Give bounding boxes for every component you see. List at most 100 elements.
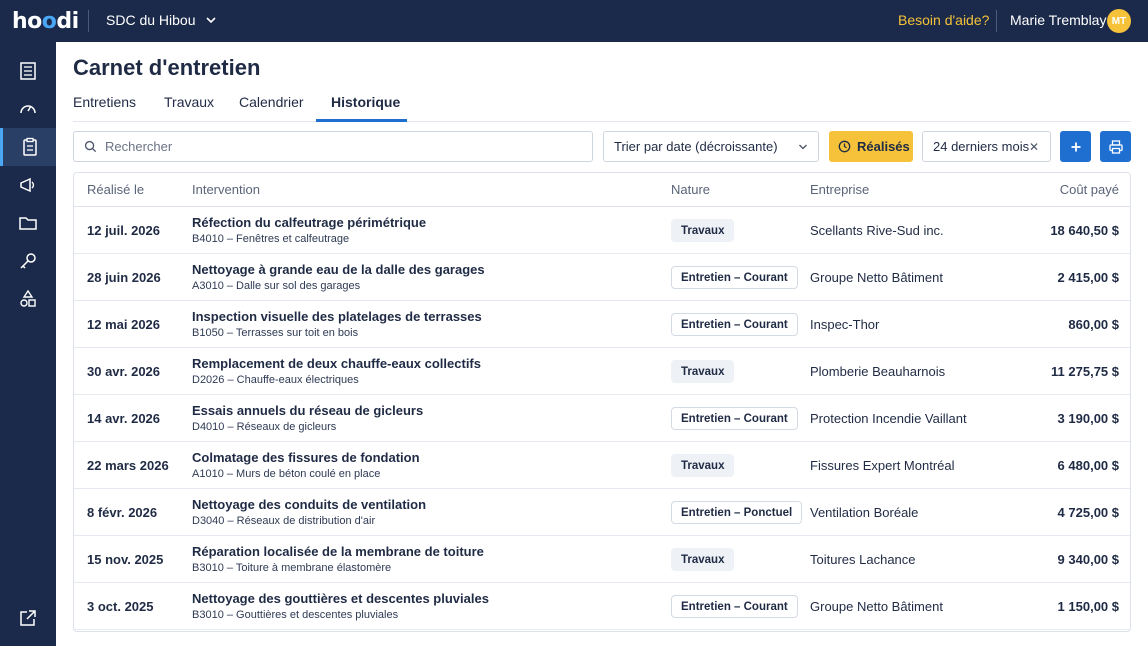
row-date: 8 févr. 2026 [87,505,158,520]
row-intervention-component: B4010 – Fenêtres et calfeutrage [192,233,350,245]
row-intervention-title: Nettoyage des conduits de ventilation [192,497,427,512]
row-company: Protection Incendie Vaillant [810,411,967,426]
divider [996,10,997,32]
building-icon [20,62,36,80]
tab-calendrier[interactable]: Calendrier [239,94,304,110]
row-intervention-component: A1010 – Murs de béton coulé en place [192,468,381,480]
completed-filter-button[interactable]: Réalisés [829,131,913,162]
add-button[interactable] [1060,131,1091,162]
nature-badge: Entretien – Courant [671,595,798,618]
row-intervention-title: Nettoyage des gouttières et descentes pl… [192,591,489,606]
row-company: Toitures Lachance [810,552,916,567]
row-intervention-title: Remplacement de deux chauffe-eaux collec… [192,356,481,371]
row-date: 15 nov. 2025 [87,552,164,567]
period-filter[interactable]: 24 derniers mois ✕ [922,131,1051,162]
column-header-intervention[interactable]: Intervention [192,182,260,197]
column-header-cost[interactable]: Coût payé [1060,182,1119,197]
nature-badge: Entretien – Courant [671,407,798,430]
search-input[interactable] [105,139,585,154]
completed-filter-label: Réalisés [857,139,910,154]
table-row[interactable]: 8 févr. 2026 Nettoyage des conduits de v… [74,489,1130,536]
top-bar: hoodi SDC du Hibou Besoin d'aide? Marie … [0,0,1148,42]
table-row[interactable]: 30 avr. 2026 Remplacement de deux chauff… [74,348,1130,395]
row-intervention-component: D4010 – Réseaux de gicleurs [192,421,337,433]
table-row[interactable]: 12 juil. 2026 Réfection du calfeutrage p… [74,207,1130,254]
external-link-icon [20,610,36,626]
sidebar-item-external[interactable] [0,599,56,637]
row-intervention-title: Inspection visuelle des platelages de te… [192,309,482,324]
tab-historique[interactable]: Historique [331,94,400,110]
column-header-nature[interactable]: Nature [671,182,710,197]
avatar[interactable]: MT [1107,9,1131,33]
chevron-down-icon [205,17,216,24]
row-date: 22 mars 2026 [87,458,169,473]
row-date: 12 mai 2026 [87,317,161,332]
divider [88,10,89,32]
row-cost: 860,00 $ [1068,317,1119,332]
print-button[interactable] [1100,131,1131,162]
column-header-company[interactable]: Entreprise [810,182,869,197]
row-intervention-component: A3010 – Dalle sur sol des garages [192,280,361,292]
tab-travaux[interactable]: Travaux [164,94,214,110]
search-icon [84,140,97,153]
row-company: Fissures Expert Montréal [810,458,955,473]
shapes-icon [20,289,36,307]
table-row[interactable]: 28 juin 2026 Nettoyage à grande eau de l… [74,254,1130,301]
row-intervention-component: B3010 – Gouttières et descentes pluviale… [192,609,399,621]
row-intervention-title: Colmatage des fissures de fondation [192,450,420,465]
organization-selector[interactable]: SDC du Hibou [106,12,218,28]
sidebar-item-announcements[interactable] [0,166,56,204]
nature-badge: Entretien – Courant [671,313,798,336]
nature-badge: Entretien – Ponctuel [671,501,803,524]
nature-badge: Travaux [671,548,735,571]
sort-select[interactable]: Trier par date (décroissante) [603,131,819,162]
table-row[interactable]: 22 mars 2026 Colmatage des fissures de f… [74,442,1130,489]
sidebar-item-keys[interactable] [0,242,56,280]
clear-period-icon[interactable]: ✕ [1029,140,1039,154]
sidebar-item-documents[interactable] [0,204,56,242]
help-link[interactable]: Besoin d'aide? [898,12,989,28]
sort-value: Trier par date (décroissante) [614,139,778,154]
table-row[interactable]: 15 nov. 2025 Réparation localisée de la … [74,536,1130,583]
row-date: 12 juil. 2026 [87,223,160,238]
row-intervention-title: Réfection du calfeutrage périmétrique [192,215,427,230]
active-tab-indicator [316,119,407,122]
row-cost: 1 150,00 $ [1057,599,1119,614]
page-title: Carnet d'entretien [73,55,261,80]
nature-badge: Entretien – Courant [671,266,798,289]
row-company: Inspec-Thor [810,317,880,332]
folder-icon [19,217,37,230]
row-date: 14 avr. 2026 [87,411,161,426]
row-cost: 18 640,50 $ [1050,223,1119,238]
table-row[interactable]: 12 mai 2026 Inspection visuelle des plat… [74,301,1130,348]
tab-entretiens[interactable]: Entretiens [73,94,136,110]
table-row[interactable]: 14 avr. 2026 Essais annuels du réseau de… [74,395,1130,442]
row-date: 3 oct. 2025 [87,599,154,614]
tab-bar: Entretiens Travaux Calendrier Historique [73,90,1131,122]
clock-check-icon [838,140,851,153]
nature-badge: Travaux [671,219,735,242]
row-date: 30 avr. 2026 [87,364,161,379]
row-intervention-title: Essais annuels du réseau de gicleurs [192,403,424,418]
row-intervention-component: D2026 – Chauffe-eaux électriques [192,374,359,386]
row-company: Groupe Netto Bâtiment [810,599,943,614]
sidebar-item-dashboard[interactable] [0,90,56,128]
row-intervention-component: B3010 – Toiture à membrane élastomère [192,562,392,574]
row-intervention-component: B1050 – Terrasses sur toit en bois [192,327,359,339]
search-box[interactable] [73,131,593,162]
table-row[interactable]: 3 oct. 2025 Nettoyage des gouttières et … [74,583,1130,630]
row-company: Groupe Netto Bâtiment [810,270,943,285]
hoodi-logo[interactable]: hoodi [12,9,79,34]
sidebar-item-building[interactable] [0,52,56,90]
row-intervention-title: Réparation localisée de la membrane de t… [192,544,484,559]
organization-name: SDC du Hibou [106,12,196,28]
row-cost: 4 725,00 $ [1057,505,1119,520]
row-company: Scellants Rive-Sud inc. [810,223,944,238]
column-header-date[interactable]: Réalisé le [87,182,144,197]
row-cost: 11 275,75 $ [1051,364,1119,379]
period-value: 24 derniers mois [933,139,1030,154]
sidebar-item-maintenance-log[interactable] [0,128,56,166]
user-name[interactable]: Marie Tremblay [1010,12,1106,28]
key-icon [20,253,36,269]
sidebar-item-assets[interactable] [0,280,56,318]
